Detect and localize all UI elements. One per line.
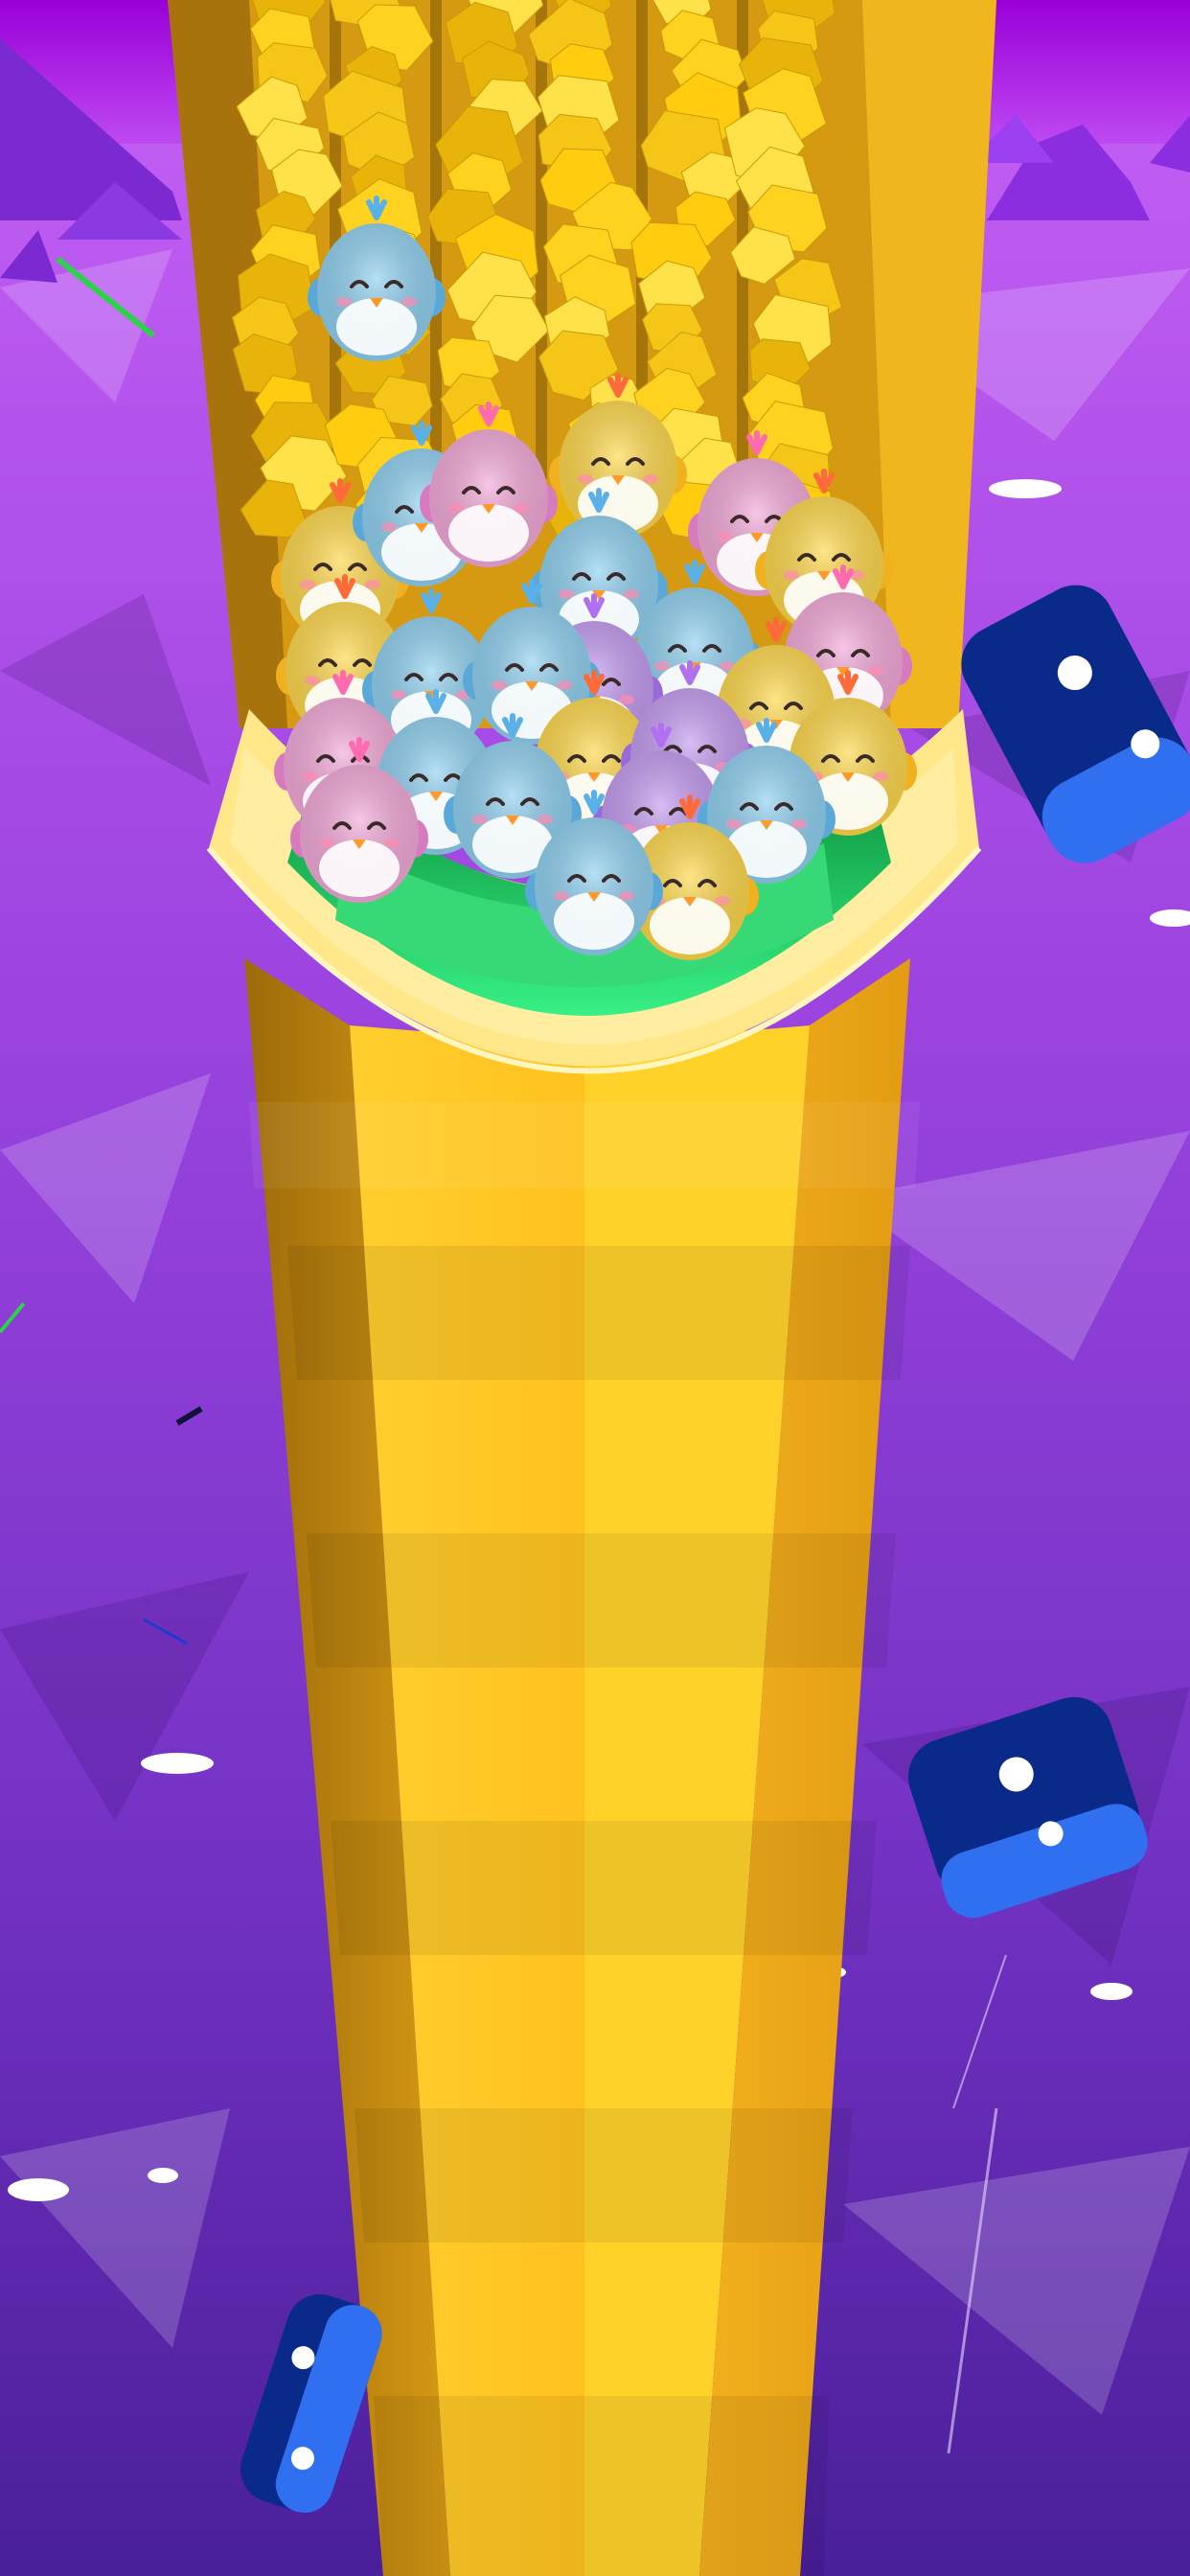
game-scene[interactable]	[0, 0, 1190, 2576]
ore-groove	[536, 0, 547, 479]
